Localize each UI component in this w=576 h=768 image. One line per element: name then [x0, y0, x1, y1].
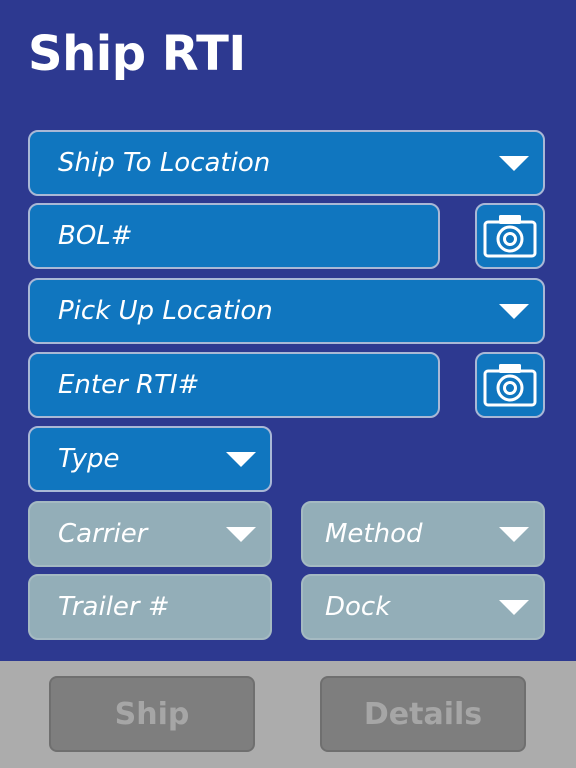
camera-icon	[483, 215, 537, 258]
trailer-input[interactable]	[58, 592, 270, 622]
method-label: Method	[325, 519, 423, 549]
camera-icon	[483, 364, 537, 407]
chevron-down-icon	[226, 526, 256, 542]
carrier-dropdown[interactable]: Carrier	[28, 501, 272, 567]
carrier-label: Carrier	[58, 519, 148, 549]
chevron-down-icon	[499, 303, 529, 319]
type-label: Type	[58, 444, 120, 474]
details-button[interactable]: Details	[320, 676, 526, 752]
bol-scan-button[interactable]	[475, 203, 545, 269]
method-dropdown[interactable]: Method	[301, 501, 545, 567]
rti-scan-button[interactable]	[475, 352, 545, 418]
chevron-down-icon	[499, 526, 529, 542]
chevron-down-icon	[499, 155, 529, 171]
bol-field[interactable]	[28, 203, 440, 269]
rti-input[interactable]	[58, 370, 438, 400]
chevron-down-icon	[499, 599, 529, 615]
dock-dropdown[interactable]: Dock	[301, 574, 545, 640]
chevron-down-icon	[226, 451, 256, 467]
type-dropdown[interactable]: Type	[28, 426, 272, 492]
footer-bar: Ship Details	[0, 661, 576, 768]
ship-to-location-label: Ship To Location	[58, 148, 271, 178]
rti-field[interactable]	[28, 352, 440, 418]
bol-input[interactable]	[58, 221, 438, 251]
ship-to-location-dropdown[interactable]: Ship To Location	[28, 130, 545, 196]
pick-up-location-label: Pick Up Location	[58, 296, 273, 326]
ship-button[interactable]: Ship	[49, 676, 255, 752]
page-title: Ship RTI	[28, 26, 246, 82]
trailer-field[interactable]	[28, 574, 272, 640]
pick-up-location-dropdown[interactable]: Pick Up Location	[28, 278, 545, 344]
dock-label: Dock	[325, 592, 391, 622]
